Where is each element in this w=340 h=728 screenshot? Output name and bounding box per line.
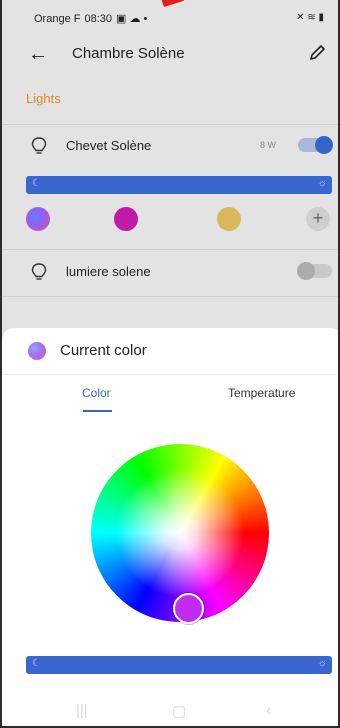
nav-back-button[interactable]: ‹ <box>266 702 271 719</box>
divider <box>2 296 338 297</box>
system-nav-bar: ||| ▢ ‹ <box>2 696 338 726</box>
moon-icon: ☾ <box>32 658 41 669</box>
device-toggle[interactable] <box>297 262 332 280</box>
carrier-label: Orange F <box>34 12 81 25</box>
add-color-button[interactable]: + <box>306 207 330 231</box>
device-toggle[interactable] <box>298 136 333 154</box>
device-row-lumiere[interactable]: lumiere solene <box>2 252 338 292</box>
recents-button[interactable]: ||| <box>76 702 88 719</box>
section-title-lights: Lights <box>26 91 61 106</box>
sun-icon: ☼ <box>317 178 327 189</box>
back-arrow-icon[interactable]: ← <box>28 43 48 66</box>
system-status-icons: ✕ ≋ ▮ <box>296 12 324 23</box>
pencil-icon[interactable] <box>306 41 330 65</box>
sheet-brightness-slider[interactable]: ☾ ☼ <box>26 656 332 674</box>
app-header: ← Chambre Solène <box>2 36 338 76</box>
page-title: Chambre Solène <box>72 45 185 62</box>
moon-icon: ☾ <box>32 178 41 189</box>
clock: 08:30 <box>84 12 112 25</box>
device-name: Chevet Solène <box>66 138 152 153</box>
color-picker-handle[interactable] <box>173 593 204 624</box>
tab-color[interactable]: Color <box>82 386 111 400</box>
swatch-yellow[interactable] <box>217 207 241 231</box>
brightness-slider[interactable]: ☾ ☼ <box>26 176 332 194</box>
divider <box>2 124 338 125</box>
app-frame: Orange F 08:30 ▣ ☁ • ✕ ≋ ▮ ← Chambre Sol… <box>0 0 340 728</box>
status-bar: Orange F 08:30 ▣ ☁ • ✕ ≋ ▮ <box>2 0 338 36</box>
divider <box>2 374 338 375</box>
power-reading: 8 W <box>259 140 276 150</box>
bulb-icon <box>31 137 47 154</box>
device-row-chevet[interactable]: Chevet Solène 8 W <box>2 126 338 166</box>
device-name: lumiere solene <box>66 264 151 279</box>
current-color-dot <box>28 342 46 360</box>
bulb-icon <box>31 263 47 280</box>
color-bottom-sheet: Current color Color Temperature ☾ ☼ ||| … <box>2 328 338 726</box>
home-button[interactable]: ▢ <box>172 702 186 720</box>
notification-icons: ▣ ☁ • <box>116 13 148 25</box>
swatch-magenta[interactable] <box>114 207 138 231</box>
divider <box>2 249 338 250</box>
active-tab-indicator <box>83 410 112 412</box>
swatch-current[interactable] <box>26 207 50 231</box>
sheet-title: Current color <box>60 342 147 359</box>
tab-temperature[interactable]: Temperature <box>228 386 295 400</box>
sun-icon: ☼ <box>317 658 327 669</box>
